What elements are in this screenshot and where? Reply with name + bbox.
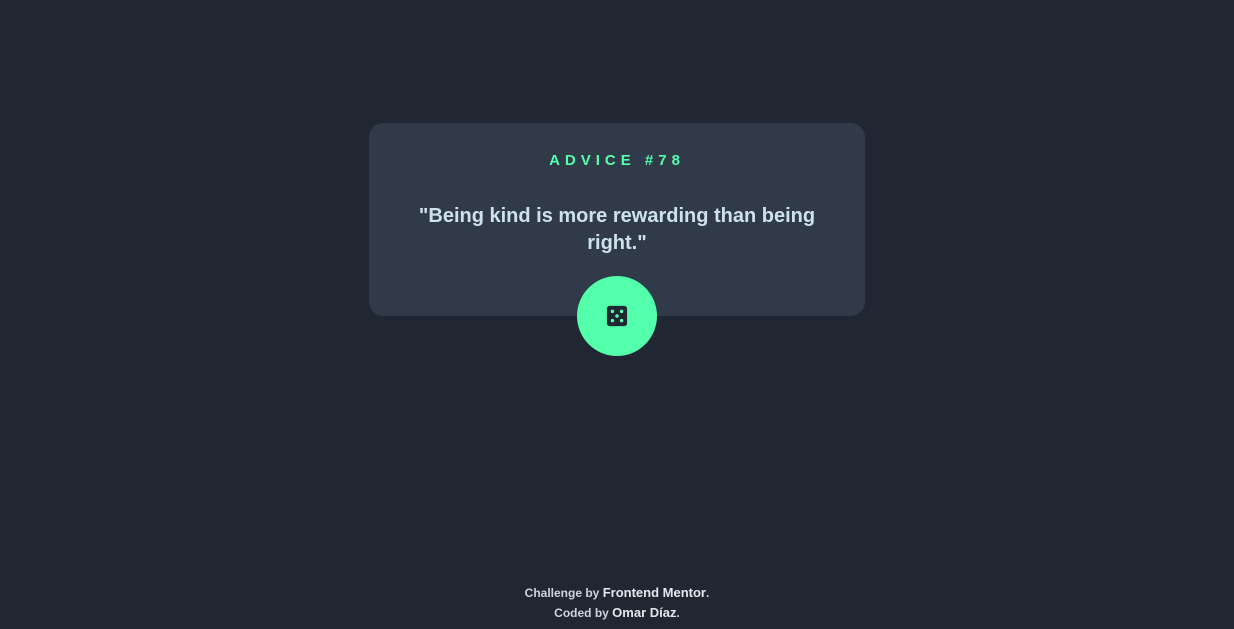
- coded-period: .: [676, 606, 680, 620]
- challenge-prefix: Challenge by: [524, 586, 600, 600]
- coded-prefix: Coded by: [554, 606, 609, 620]
- advice-id: ADVICE #78: [549, 152, 685, 169]
- coded-attribution: Coded by Omar Díaz.: [0, 603, 1234, 623]
- frontend-mentor-link[interactable]: Frontend Mentor: [603, 585, 706, 600]
- challenge-period: .: [705, 586, 710, 600]
- dice-icon: [606, 305, 628, 327]
- attribution-footer: Challenge by Frontend Mentor. Coded by O…: [0, 583, 1234, 623]
- advice-quote: "Being kind is more rewarding than being…: [418, 205, 816, 254]
- generate-advice-button[interactable]: [577, 276, 657, 356]
- author-link[interactable]: Omar Díaz: [612, 605, 676, 620]
- page: ADVICE #78 "Being kind is more rewarding…: [0, 0, 1234, 629]
- challenge-attribution: Challenge by Frontend Mentor.: [0, 583, 1234, 603]
